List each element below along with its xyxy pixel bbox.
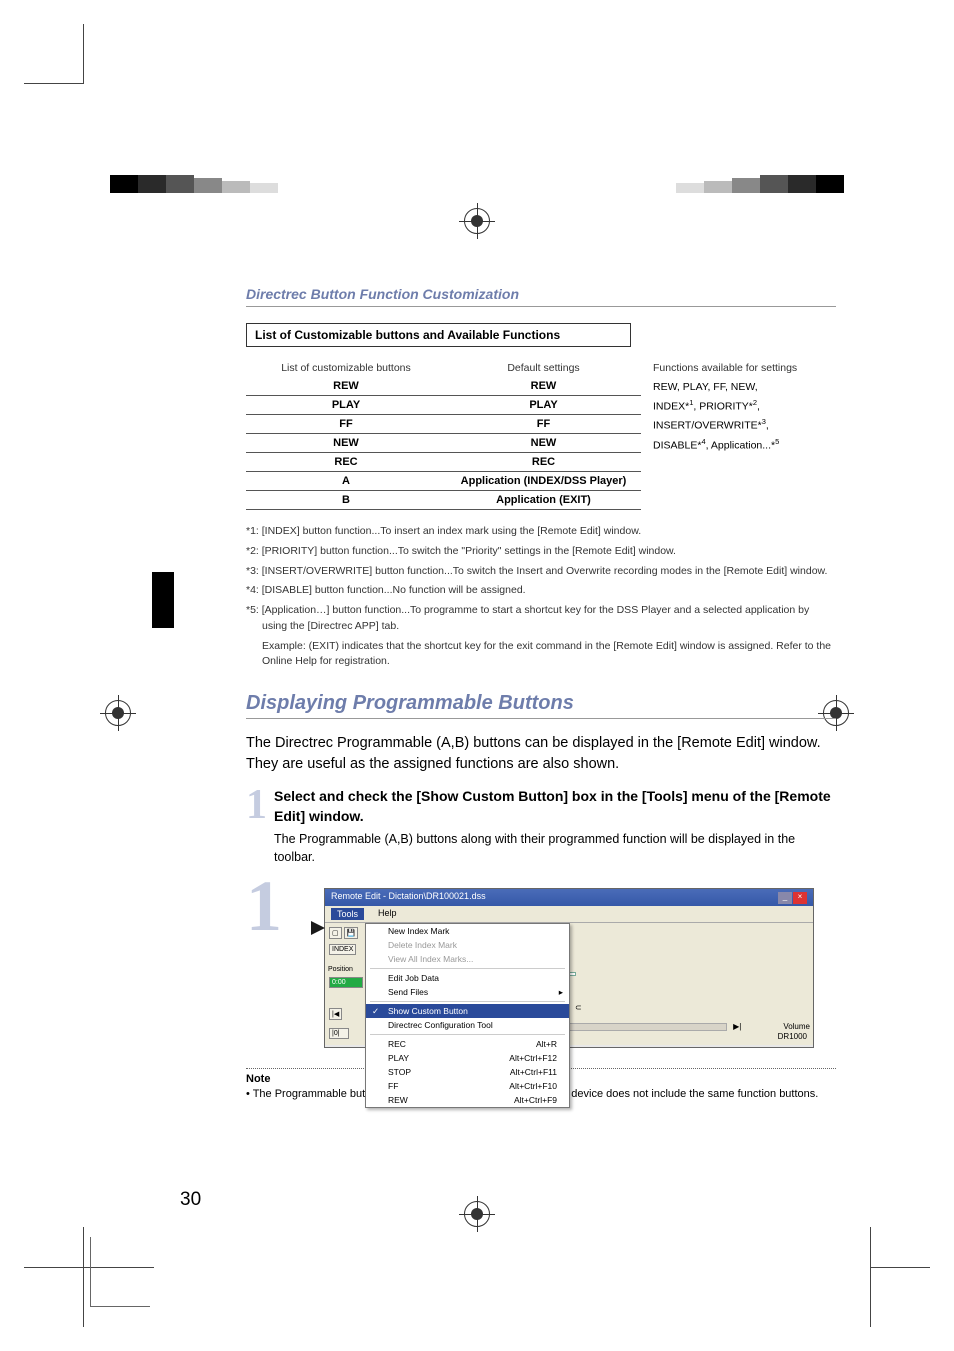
- menu-item[interactable]: FFAlt+Ctrl+F10: [366, 1079, 569, 1093]
- index-button[interactable]: INDEX: [329, 944, 356, 955]
- table-header: Default settings: [446, 359, 641, 377]
- position-value: 0:00: [329, 977, 363, 988]
- body-text: The Directrec Programmable (A,B) buttons…: [246, 733, 836, 775]
- screenshot-remote-edit: Remote Edit - Dictation\DR100021.dss _× …: [324, 888, 814, 1048]
- crop-mark: [870, 1267, 930, 1327]
- menu-item: Delete Index Mark: [366, 938, 569, 952]
- table-header: Functions available for settings: [641, 359, 836, 377]
- breadcrumb: Directrec Button Function Customization: [246, 286, 836, 307]
- page-number: 30: [180, 1189, 201, 1211]
- registration-mark-icon: [105, 700, 131, 726]
- step-title: Select and check the [Show Custom Button…: [274, 787, 836, 826]
- menu-item[interactable]: New Index Mark: [366, 924, 569, 938]
- mic-icon: ⊂: [575, 1003, 582, 1012]
- functions-available: REW, PLAY, FF, NEW, INDEX*1, PRIORITY*2,…: [641, 377, 836, 510]
- menu-item: View All Index Marks...: [366, 952, 569, 966]
- footnotes: *1: [INDEX] button function...To insert …: [246, 524, 836, 670]
- menu-item[interactable]: STOPAlt+Ctrl+F11: [366, 1065, 569, 1079]
- menu-item-show-custom[interactable]: Show Custom Button: [366, 1004, 569, 1018]
- table-header-row: List of customizable buttons Default set…: [246, 359, 836, 377]
- save-icon[interactable]: 💾: [344, 927, 359, 939]
- menu-item[interactable]: PLAYAlt+Ctrl+F12: [366, 1051, 569, 1065]
- crop-mark: [24, 24, 84, 84]
- new-file-icon[interactable]: ▢: [329, 927, 342, 939]
- print-color-bars: [0, 175, 954, 193]
- menubar: Tools Help: [325, 906, 813, 923]
- minimize-icon: _: [778, 892, 792, 904]
- rewind-icon[interactable]: |◀: [329, 1008, 342, 1020]
- box-title: List of Customizable buttons and Availab…: [246, 323, 631, 347]
- table-header: List of customizable buttons: [246, 359, 446, 377]
- menu-item[interactable]: Directrec Configuration Tool: [366, 1018, 569, 1032]
- registration-mark-icon: [464, 1201, 490, 1227]
- window-title: Remote Edit - Dictation\DR100021.dss: [331, 891, 486, 904]
- menu-tools[interactable]: Tools: [331, 908, 364, 920]
- step-number-large: 1: [246, 874, 274, 939]
- window-buttons[interactable]: _×: [777, 891, 807, 904]
- close-icon: ×: [793, 892, 807, 904]
- registration-mark-icon: [464, 208, 490, 234]
- section-title: Displaying Programmable Buttons: [246, 692, 836, 719]
- menu-item[interactable]: Edit Job Data: [366, 971, 569, 985]
- step-description: The Programmable (A,B) buttons along wit…: [274, 830, 836, 866]
- menu-item[interactable]: Send Files: [366, 985, 569, 999]
- step-number: 1: [246, 787, 274, 866]
- menu-help[interactable]: Help: [378, 908, 397, 920]
- slider[interactable]: |0|: [329, 1028, 349, 1039]
- ffwd-icon[interactable]: ▶|: [733, 1022, 741, 1031]
- side-tab: [152, 572, 174, 628]
- crop-mark: [24, 1267, 84, 1327]
- tools-dropdown: New Index Mark Delete Index Mark View Al…: [365, 923, 570, 1108]
- arrow-icon: [311, 921, 325, 935]
- volume-label: Volume: [783, 1022, 810, 1031]
- device-label: DR1000: [778, 1032, 807, 1041]
- crop-mark: [90, 1237, 150, 1307]
- menu-item[interactable]: RECAlt+R: [366, 1037, 569, 1051]
- menu-item[interactable]: REWAlt+Ctrl+F9: [366, 1093, 569, 1107]
- window-titlebar: Remote Edit - Dictation\DR100021.dss _×: [325, 889, 813, 906]
